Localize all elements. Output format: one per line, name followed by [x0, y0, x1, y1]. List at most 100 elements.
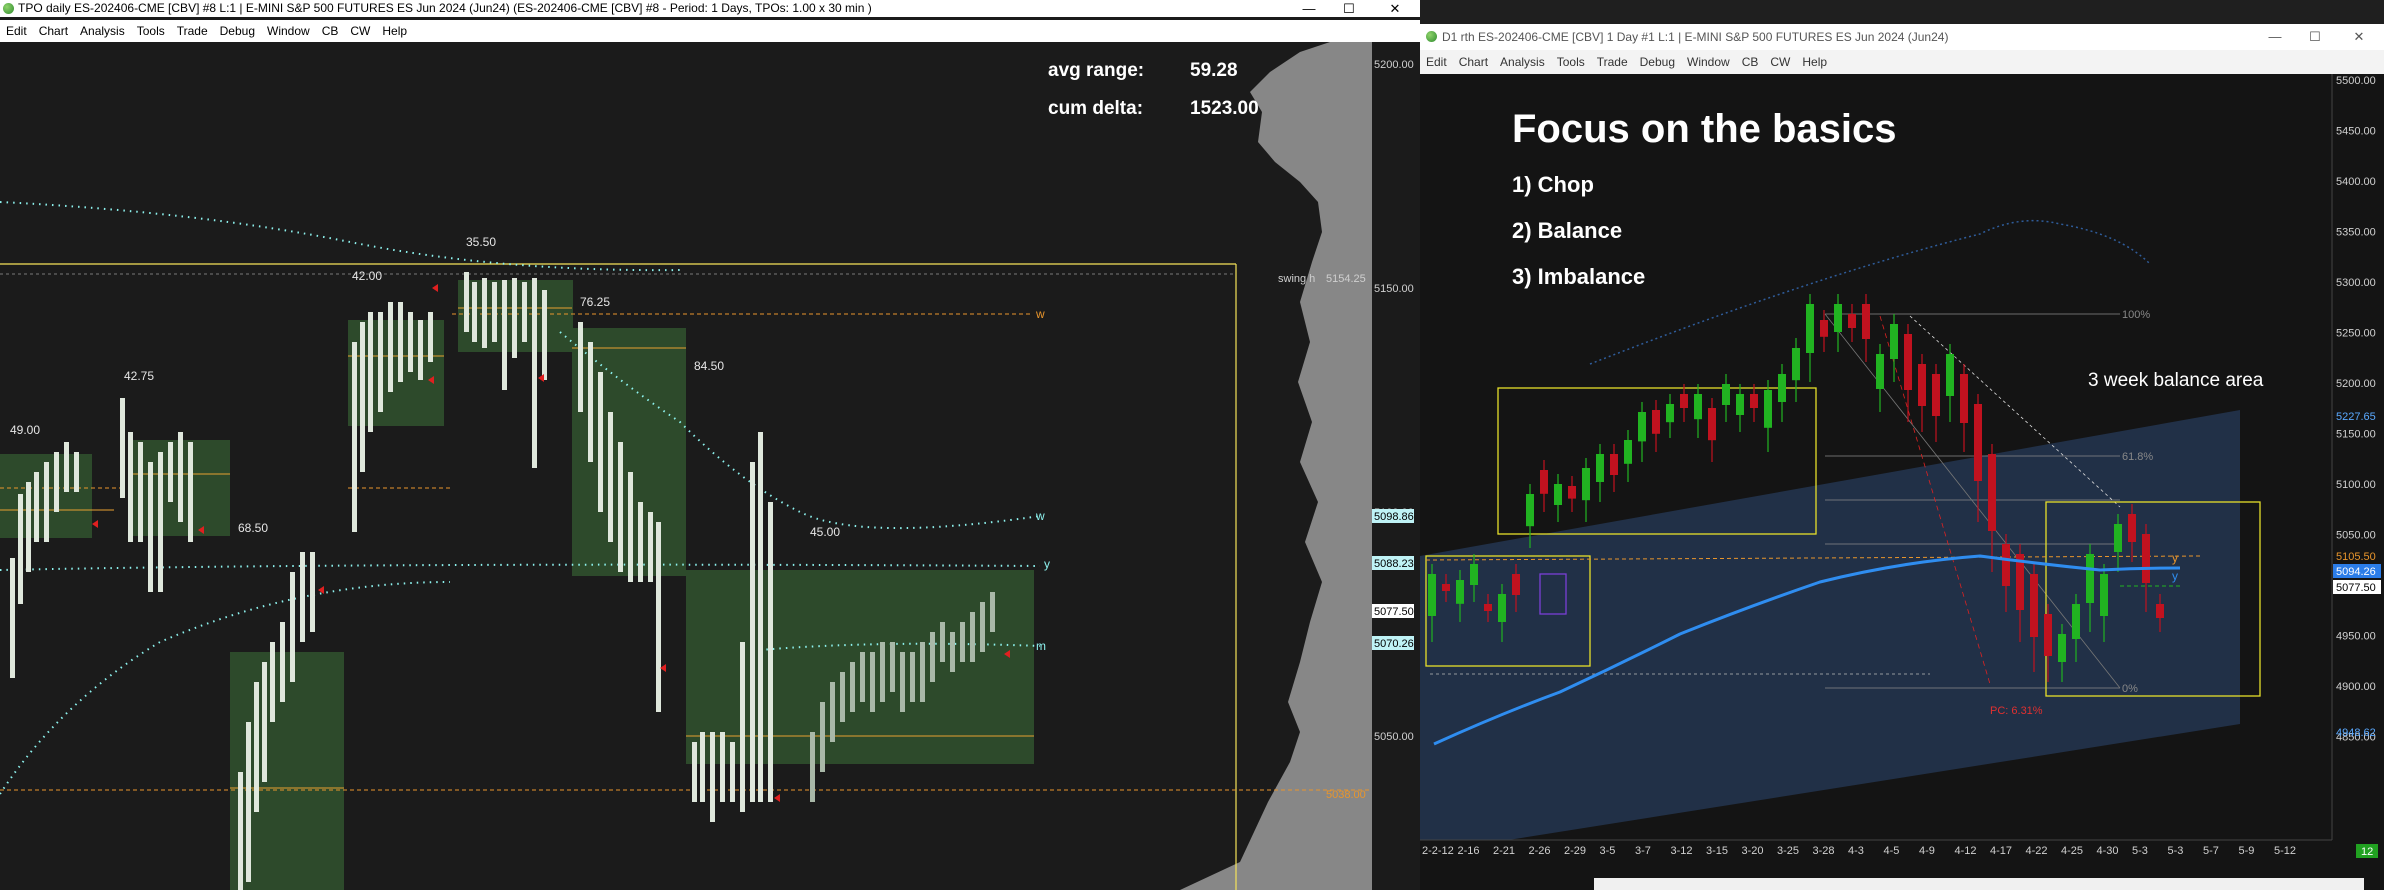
- menu-tools[interactable]: Tools: [1551, 50, 1591, 74]
- headline: Focus on the basics: [1512, 107, 1897, 151]
- menu-help[interactable]: Help: [376, 20, 413, 42]
- range-label: 42.75: [124, 369, 154, 383]
- date-tick: 3-20: [1742, 845, 1764, 857]
- right-titlebar: D1 rth ES-202406-CME [CBV] 1 Day #1 L:1 …: [1420, 24, 2384, 50]
- swing-high-label: swing h: [1278, 273, 1315, 285]
- menu-tools[interactable]: Tools: [131, 20, 171, 42]
- candle-body: [1722, 384, 1730, 405]
- candle-body: [1666, 404, 1674, 423]
- menu-edit[interactable]: Edit: [0, 20, 33, 42]
- candle-body: [2058, 634, 2066, 662]
- candle-body: [1708, 408, 1716, 441]
- candle-body: [1890, 324, 1898, 359]
- menu-cw[interactable]: CW: [344, 20, 376, 42]
- date-tick: 5-3: [2132, 845, 2148, 857]
- date-tick: 5-3: [2168, 845, 2184, 857]
- price-tag: 5227.65: [2336, 411, 2376, 423]
- close-icon[interactable]: ✕: [2336, 24, 2382, 50]
- fib-label-100: 100%: [2122, 309, 2150, 321]
- maximize-icon[interactable]: ☐: [1326, 0, 1372, 17]
- candle-body: [1946, 354, 1954, 396]
- menu-cw[interactable]: CW: [1764, 50, 1796, 74]
- menu-edit[interactable]: Edit: [1420, 50, 1453, 74]
- price-tick: 5050.00: [1374, 731, 1414, 743]
- menu-help[interactable]: Help: [1796, 50, 1833, 74]
- date-tick: 4-3: [1848, 845, 1864, 857]
- cum-delta-label: cum delta:: [1048, 98, 1143, 119]
- candle-body: [1554, 484, 1562, 505]
- candle-body: [2072, 604, 2080, 639]
- price-tick: 5300.00: [2336, 277, 2376, 289]
- date-tick: 2-29: [1564, 845, 1586, 857]
- date-tick: 4-30: [2097, 845, 2119, 857]
- date-tick: 4-5: [1884, 845, 1900, 857]
- price-axis-bg: [1372, 42, 1420, 890]
- menu-analysis[interactable]: Analysis: [1494, 50, 1551, 74]
- date-tick: 3-25: [1777, 845, 1799, 857]
- menu-trade[interactable]: Trade: [171, 20, 214, 42]
- candle-body: [1834, 304, 1842, 332]
- menu-window[interactable]: Window: [261, 20, 316, 42]
- swing-high-price: 5154.25: [1326, 273, 1366, 285]
- line-tag-y1: y: [2172, 551, 2178, 565]
- range-label: 49.00: [10, 423, 40, 437]
- scrollbar[interactable]: [1594, 878, 2364, 890]
- date-tick: 5-12: [2274, 845, 2296, 857]
- candle-body: [1582, 468, 1590, 501]
- daily-chart[interactable]: Focus on the basics 1) Chop 2) Balance 3…: [1420, 74, 2384, 890]
- maximize-icon[interactable]: ☐: [2292, 24, 2338, 50]
- line-tag-w-upper: w: [1035, 307, 1045, 321]
- candle-body: [1848, 314, 1856, 328]
- daily-chart-window: D1 rth ES-202406-CME [CBV] 1 Day #1 L:1 …: [1420, 0, 2384, 890]
- app-globe-icon: [3, 3, 14, 14]
- range-label: 68.50: [238, 521, 268, 535]
- candle-body: [2086, 554, 2094, 603]
- candle-body: [1806, 304, 1814, 353]
- line-tag-w: w: [1035, 509, 1045, 523]
- candle-body: [1512, 574, 1520, 595]
- menu-analysis[interactable]: Analysis: [74, 20, 131, 42]
- price-tag: 5105.50: [2336, 551, 2376, 563]
- candle-body: [2156, 604, 2164, 618]
- price-tag: 5098.86: [1374, 511, 1414, 523]
- app-globe-icon: [1426, 31, 1437, 42]
- date-tick: 4-22: [2026, 845, 2048, 857]
- date-tick: 5-9: [2239, 845, 2255, 857]
- left-window-title: TPO daily ES-202406-CME [CBV] #8 L:1 | E…: [18, 1, 872, 15]
- candle-body: [1456, 580, 1464, 604]
- point-chop: 1) Chop: [1512, 172, 1594, 197]
- candle-body: [1736, 394, 1744, 415]
- tpo-chart[interactable]: 49.00 42.75 68.50 42.00 35.50 76.25 84.5…: [0, 42, 1420, 890]
- candle-body: [1596, 454, 1604, 482]
- price-tick: 5150.00: [1374, 283, 1414, 295]
- menu-debug[interactable]: Debug: [1634, 50, 1681, 74]
- candle-body: [1932, 374, 1940, 416]
- price-tag: 5094.26: [2336, 566, 2376, 578]
- menu-cb[interactable]: CB: [1736, 50, 1765, 74]
- price-tick: 5050.00: [2336, 530, 2376, 542]
- menu-debug[interactable]: Debug: [214, 20, 261, 42]
- fib-label-0: 0%: [2122, 683, 2138, 695]
- menu-chart[interactable]: Chart: [1453, 50, 1494, 74]
- price-tick: 5250.00: [2336, 328, 2376, 340]
- candle-body: [1680, 394, 1688, 408]
- balance-annotation: 3 week balance area: [2088, 370, 2264, 391]
- candle-body: [1568, 486, 1576, 499]
- point-balance: 2) Balance: [1512, 218, 1622, 243]
- menu-cb[interactable]: CB: [316, 20, 345, 42]
- range-label: 35.50: [466, 235, 496, 249]
- close-icon[interactable]: ✕: [1372, 0, 1418, 17]
- menu-window[interactable]: Window: [1681, 50, 1736, 74]
- menu-chart[interactable]: Chart: [33, 20, 74, 42]
- candle-body: [1792, 348, 1800, 381]
- price-tick: 5200.00: [1374, 59, 1414, 71]
- menu-trade[interactable]: Trade: [1591, 50, 1634, 74]
- price-tag: 5070.26: [1374, 638, 1414, 650]
- date-tick: 4-9: [1919, 845, 1935, 857]
- candle-body: [1820, 320, 1828, 337]
- candle-body: [1750, 394, 1758, 408]
- price-tick: 4900.00: [2336, 681, 2376, 693]
- candle-body: [1610, 454, 1618, 475]
- candle-body: [1442, 584, 1450, 591]
- candle-body: [1876, 354, 1884, 389]
